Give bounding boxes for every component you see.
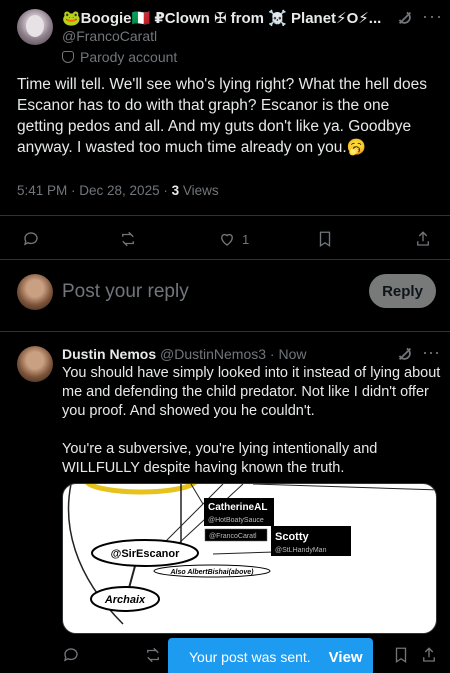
share-icon (423, 647, 435, 662)
reply-author-name[interactable]: Dustin Nemos (62, 346, 156, 362)
node-sublabel: @StLHandyMan (275, 547, 327, 554)
grok-icon[interactable] (396, 345, 414, 363)
repost-action[interactable] (119, 228, 137, 250)
connector-line (128, 565, 136, 589)
share-icon (417, 231, 429, 246)
post-sent-toast: Your post was sent. View (168, 638, 373, 673)
reply-icon (23, 232, 38, 246)
share-action[interactable] (414, 228, 432, 250)
node-label: CatherineAL (208, 502, 267, 513)
divider (0, 331, 450, 332)
reply-paragraph: You should have simply looked into it in… (62, 365, 441, 419)
like-action[interactable]: 1 (218, 228, 249, 250)
views-count: 3 (171, 183, 180, 198)
attached-image[interactable]: CatherineAL @HotBoatySauce @FrancoCaratl… (62, 483, 437, 634)
post-text: Time will tell. We'll see who's lying ri… (17, 76, 427, 156)
connector-line (190, 484, 204, 505)
reply-action[interactable] (22, 228, 40, 250)
grok-icon[interactable] (396, 9, 414, 27)
reply-header: Dustin Nemos @DustinNemos3 · Now (62, 346, 307, 362)
reply-text: You should have simply looked into it in… (62, 364, 442, 478)
bookmark-icon (319, 231, 331, 248)
toast-message: Your post was sent. (189, 649, 311, 665)
highlight-ellipse (85, 484, 197, 495)
reply-author-avatar[interactable] (17, 346, 53, 382)
reply-composer: Post your reply Reply (0, 266, 450, 318)
reply-input[interactable]: Post your reply (62, 281, 189, 303)
node-label: Archaix (104, 594, 146, 606)
bookmark-action[interactable] (316, 228, 334, 250)
post-meta: 5:41 PM · Dec 28, 2025 · 3 Views (17, 183, 219, 198)
repost-icon (147, 647, 159, 663)
like-count: 1 (242, 231, 250, 247)
more-icon[interactable]: ··· (422, 6, 443, 27)
parody-label-text: Parody account (80, 49, 178, 65)
share-action[interactable] (420, 644, 438, 666)
repost-action[interactable] (144, 644, 162, 666)
views-label: Views (179, 183, 219, 198)
user-avatar[interactable] (17, 274, 53, 310)
reply-author-handle[interactable]: @DustinNemos3 (160, 346, 266, 362)
reply-icon (63, 648, 78, 662)
more-icon[interactable]: ··· (422, 342, 440, 363)
reply-action[interactable] (62, 644, 80, 666)
parody-label: Parody account (62, 49, 177, 65)
post-actions: 1 (0, 228, 450, 252)
node-label: Also AlbertBishai(above) (170, 569, 255, 576)
node-label: Scotty (275, 531, 310, 543)
repost-icon (122, 231, 134, 247)
network-diagram: CatherineAL @HotBoatySauce @FrancoCaratl… (67, 484, 436, 625)
author-handle[interactable]: @FrancoCaratl (62, 28, 157, 44)
reply-time[interactable]: · Now (266, 346, 307, 362)
node-label: @SirEscanor (111, 548, 181, 560)
toast-view-link[interactable]: View (329, 649, 363, 666)
bookmark-action[interactable] (392, 644, 410, 666)
bookmark-icon (395, 647, 407, 664)
divider (0, 215, 450, 216)
node-sublabel: @FrancoCaratl (209, 533, 257, 540)
reply-button[interactable]: Reply (369, 274, 436, 308)
node-sublabel: @HotBoatySauce (208, 517, 264, 524)
divider (0, 259, 450, 260)
mask-icon (62, 51, 74, 63)
post-timestamp[interactable]: 5:41 PM · Dec 28, 2025 · (17, 183, 172, 198)
heart-icon (221, 233, 233, 246)
author-avatar[interactable] (17, 9, 53, 45)
author-display-name[interactable]: 🐸Boogie🇮🇹 ₽Clown ✠ from ☠️ Planet⚡O⚡... (62, 9, 392, 27)
reply-paragraph: You're a subversive, you're lying intent… (62, 441, 378, 476)
connector-line (212, 551, 276, 555)
connector-line (252, 484, 436, 491)
